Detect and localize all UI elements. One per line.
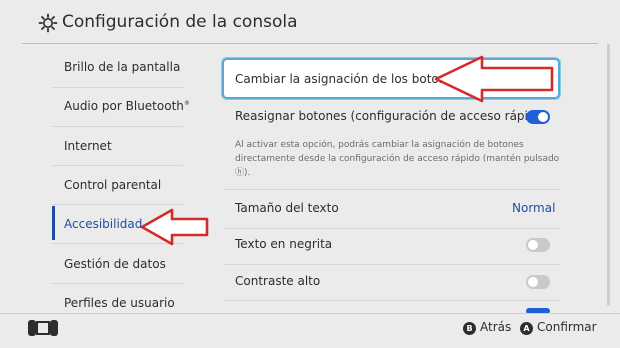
header: Configuración de la consola (0, 0, 620, 44)
high-contrast-toggle[interactable] (526, 275, 550, 289)
registered-mark: ® (183, 100, 190, 107)
sidebar-divider (52, 87, 183, 88)
gear-icon (38, 13, 58, 33)
footer-divider (0, 313, 620, 314)
row-divider (224, 228, 560, 229)
sidebar-divider (52, 165, 183, 166)
console-icon (28, 320, 58, 336)
sidebar-item-bluetooth-audio[interactable]: Audio por Bluetooth® (64, 99, 190, 113)
scrollbar[interactable] (607, 44, 610, 306)
sidebar-item-user-profiles[interactable]: Perfiles de usuario (64, 296, 175, 310)
sidebar-item-internet[interactable]: Internet (64, 139, 112, 153)
row-divider (224, 300, 560, 301)
sidebar-divider (52, 204, 183, 205)
page-title: Configuración de la consola (62, 12, 298, 32)
sidebar-divider (52, 126, 183, 127)
sidebar-item-parental-control[interactable]: Control parental (64, 178, 161, 192)
text-size-label[interactable]: Tamaño del texto (235, 201, 339, 215)
active-indicator (52, 206, 55, 240)
sidebar-item-label: Audio por Bluetooth (64, 99, 184, 113)
b-button-icon: B (463, 322, 476, 335)
high-contrast-label: Contraste alto (235, 274, 321, 288)
header-divider (22, 43, 598, 44)
bold-text-toggle[interactable] (526, 238, 550, 252)
remap-description: Al activar esta opción, podrás cambiar l… (235, 140, 560, 178)
row-divider (224, 264, 560, 265)
confirm-button[interactable]: Confirmar (537, 320, 597, 334)
remap-quick-toggle[interactable] (526, 110, 550, 124)
back-button[interactable]: Atrás (480, 320, 511, 334)
text-size-value[interactable]: Normal (512, 201, 555, 215)
sidebar-item-brightness[interactable]: Brillo de la pantalla (64, 60, 180, 74)
sidebar-divider (52, 283, 183, 284)
annotation-arrow-accessibility (140, 208, 209, 246)
bold-text-label: Texto en negrita (235, 237, 333, 251)
remap-quick-label: Reasignar botones (configuración de acce… (235, 109, 548, 123)
remap-buttons-label: Cambiar la asignación de los botones (235, 72, 460, 86)
sidebar-item-accessibility[interactable]: Accesibilidad (64, 217, 142, 231)
annotation-arrow-remap (434, 55, 554, 103)
a-button-icon: A (520, 322, 533, 335)
row-divider (224, 189, 560, 190)
sidebar-item-data-management[interactable]: Gestión de datos (64, 257, 166, 271)
